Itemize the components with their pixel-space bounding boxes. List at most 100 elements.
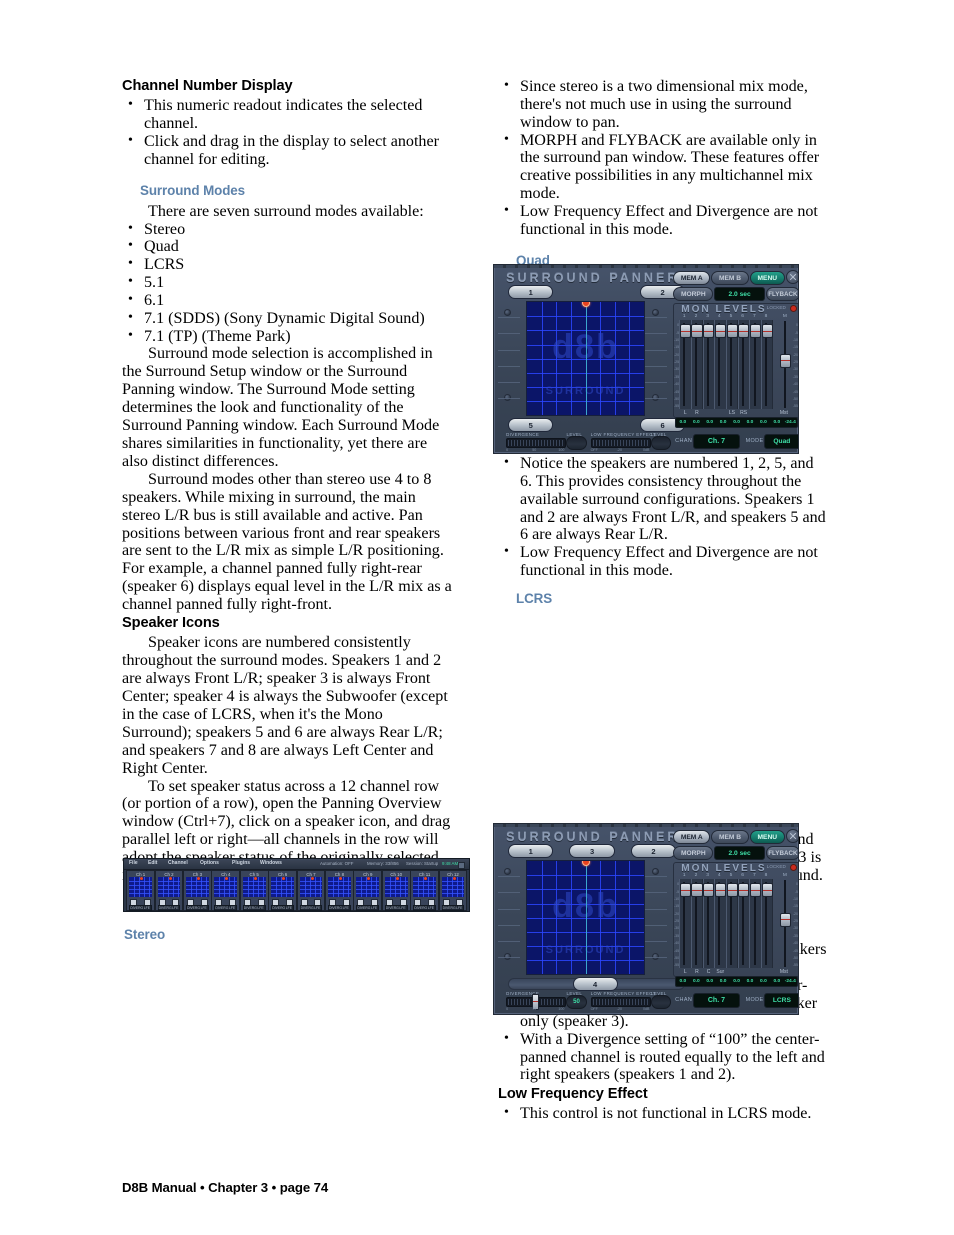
morph-time-display[interactable]: 2.0 sec (714, 287, 765, 302)
fader-cap-8[interactable] (761, 883, 773, 898)
speaker-button-3[interactable]: 3 (569, 844, 615, 859)
pan-puck[interactable] (424, 877, 428, 880)
menu-item-channel[interactable]: Channel (168, 860, 188, 866)
pov-channel-cell[interactable]: Ch 10 DIVERG LFE (381, 870, 411, 911)
pov-channel-cell[interactable]: Ch 6 DIVERG LFE (268, 870, 297, 911)
lfe-value-box[interactable] (651, 995, 672, 1010)
menu-item-plugins[interactable]: Plugins (232, 860, 250, 866)
master-fader-cap[interactable] (779, 353, 791, 368)
window-button-minimize[interactable] (458, 861, 465, 869)
fader-cap-3[interactable] (703, 883, 715, 898)
pov-pan-grid[interactable] (328, 877, 351, 897)
pan-puck[interactable] (452, 877, 456, 880)
lfe-slider[interactable] (590, 438, 651, 449)
divergence-value-box[interactable] (566, 436, 587, 451)
pov-channel-cell[interactable]: Ch 8 DIVERG LFE (325, 870, 354, 911)
fader-cap-6[interactable] (738, 883, 750, 898)
menu-item-windows[interactable]: Windows (260, 860, 282, 866)
surround-panner-lcrs[interactable]: SURROUND PANNER132d8bSURROUND4MEM AMEM B… (493, 823, 799, 1015)
mode-display[interactable]: LCRS (763, 993, 798, 1009)
panning-overview-window[interactable]: File Edit Channel Options Plugins Window… (123, 858, 470, 912)
pov-pan-grid[interactable] (299, 877, 323, 897)
divergence-value-box[interactable]: 50 (566, 995, 587, 1010)
mem-a-button[interactable]: MEM A (673, 271, 711, 286)
surround-panner-quad[interactable]: SURROUND PANNER12d8bSURROUND56MEM AMEM B… (493, 264, 799, 454)
pov-channel-cell[interactable]: Ch 12 DIVERG LFE (438, 870, 468, 911)
speaker-button-1[interactable]: 1 (508, 285, 554, 300)
fader-cap-4[interactable] (714, 883, 726, 898)
fader-cap-1[interactable] (679, 324, 691, 339)
pov-channel-cell[interactable]: Ch 2 DIVERG LFE (154, 870, 184, 911)
mem-b-button[interactable]: MEM B (711, 271, 749, 286)
fader-cap-3[interactable] (703, 324, 715, 339)
fader-cap-5[interactable] (726, 883, 738, 898)
fader-cap-2[interactable] (691, 324, 703, 339)
close-icon[interactable] (785, 829, 798, 844)
pov-channel-cell[interactable]: Ch 7 DIVERG LFE (296, 870, 326, 911)
pan-grid[interactable]: d8bSURROUND (526, 860, 645, 975)
master-fader-cap[interactable] (779, 912, 791, 927)
menu-button[interactable]: MENU (749, 830, 785, 845)
lfe-value-box[interactable] (651, 436, 672, 451)
speaker-button-1[interactable]: 1 (508, 844, 554, 859)
chan-display[interactable]: Ch. 7 (693, 993, 740, 1009)
pan-puck[interactable] (282, 877, 286, 880)
menu-item-edit[interactable]: Edit (148, 860, 157, 866)
fader-cap-1[interactable] (679, 883, 691, 898)
menu-button[interactable]: MENU (749, 271, 785, 286)
fader-cap-7[interactable] (749, 883, 761, 898)
pan-puck[interactable] (253, 877, 257, 880)
pan-puck[interactable] (225, 877, 229, 880)
pov-channel-cell[interactable]: Ch 3 DIVERG LFE (183, 870, 212, 911)
pov-channel-cell[interactable]: Ch 9 DIVERG LFE (353, 870, 383, 911)
pan-puck[interactable] (168, 877, 172, 880)
flyback-button[interactable]: FLYBACK (765, 287, 798, 302)
pov-pan-grid[interactable] (186, 877, 209, 897)
pov-menu-bar[interactable]: File Edit Channel Options Plugins Window… (124, 859, 469, 870)
speaker-button-2[interactable]: 2 (630, 844, 677, 859)
pov-channel-cell[interactable]: Ch 4 DIVERG LFE (211, 870, 241, 911)
menu-item-file[interactable]: File (129, 860, 138, 866)
pan-puck[interactable] (339, 877, 342, 880)
pov-pan-grid[interactable] (413, 877, 436, 897)
mem-a-button[interactable]: MEM A (673, 830, 711, 845)
pov-pan-grid[interactable] (356, 877, 380, 897)
flyback-button[interactable]: FLYBACK (765, 846, 798, 861)
pov-pan-grid[interactable] (242, 877, 266, 897)
chan-display[interactable]: Ch. 7 (693, 434, 740, 450)
speaker-button-4[interactable]: 4 (572, 977, 618, 992)
pov-pan-grid[interactable] (384, 877, 408, 897)
fader-cap-8[interactable] (761, 324, 773, 339)
menu-item-options[interactable]: Options (200, 860, 219, 866)
mode-display[interactable]: Quad (763, 434, 798, 450)
mem-b-button[interactable]: MEM B (711, 830, 749, 845)
close-icon[interactable] (785, 270, 798, 285)
pan-puck[interactable] (367, 877, 371, 880)
pan-puck[interactable] (310, 877, 314, 880)
pov-pan-grid[interactable] (157, 877, 181, 897)
pan-puck[interactable] (395, 877, 399, 880)
pov-channel-cell[interactable]: Ch 1 DIVERG LFE (126, 870, 155, 911)
pov-pan-grid[interactable] (441, 877, 465, 897)
fader-cap-7[interactable] (749, 324, 761, 339)
pan-puck[interactable] (197, 877, 200, 880)
speaker-button-5[interactable]: 5 (508, 418, 554, 433)
morph-time-display[interactable]: 2.0 sec (714, 846, 765, 861)
pov-pan-grid[interactable] (214, 877, 238, 897)
lfe-slider[interactable] (590, 997, 651, 1008)
fader-cap-5[interactable] (726, 324, 738, 339)
morph-button[interactable]: MORPH (673, 287, 714, 302)
pov-channel-cell[interactable]: Ch 11 DIVERG LFE (410, 870, 439, 911)
pov-channel-cell[interactable]: Ch 5 DIVERG LFE (239, 870, 269, 911)
fader-cap-2[interactable] (691, 883, 703, 898)
divergence-slider[interactable] (506, 438, 567, 449)
pan-grid[interactable]: d8bSURROUND (526, 301, 645, 416)
pan-puck[interactable] (140, 877, 144, 880)
fader-cap-4[interactable] (714, 324, 726, 339)
fader-cap-6[interactable] (738, 324, 750, 339)
pov-pan-grid[interactable] (129, 877, 152, 897)
morph-button[interactable]: MORPH (673, 846, 714, 861)
pan-puck[interactable] (582, 302, 591, 308)
pov-pan-grid[interactable] (271, 877, 294, 897)
pan-puck[interactable] (582, 861, 591, 867)
